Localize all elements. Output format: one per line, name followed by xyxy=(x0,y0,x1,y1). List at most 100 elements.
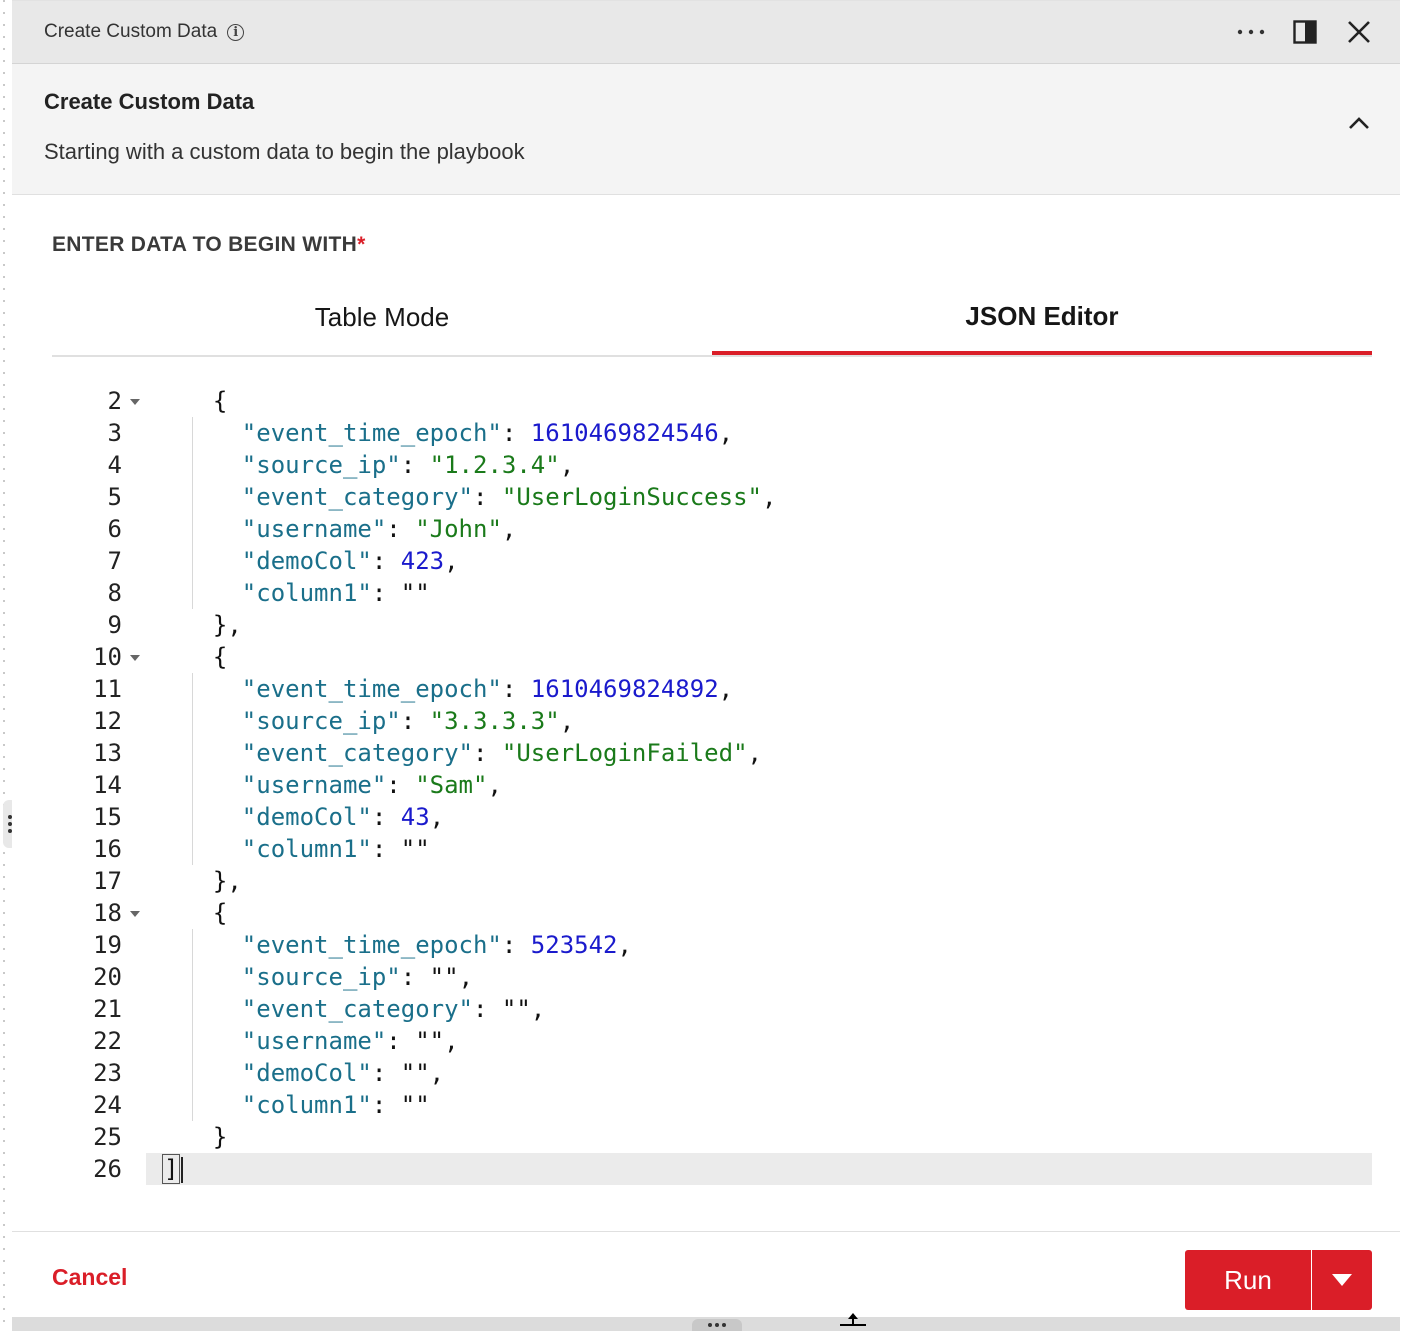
json-key: "event_category" xyxy=(241,995,473,1023)
window-title-text: Create Custom Data xyxy=(44,21,218,42)
indent-guide xyxy=(192,417,193,609)
line-number: 13 xyxy=(93,739,122,767)
code-text: }, xyxy=(184,611,242,639)
code-text: "column1": "" xyxy=(241,835,430,863)
cancel-button[interactable]: Cancel xyxy=(52,1264,127,1291)
matched-bracket: ] xyxy=(162,1154,181,1184)
chevron-up-icon[interactable] xyxy=(1348,116,1370,135)
fold-toggle-icon[interactable] xyxy=(130,399,140,405)
line-number: 5 xyxy=(107,483,122,511)
json-key: "source_ip" xyxy=(241,963,401,991)
editor-line: 5 "event_category": "UserLoginSuccess", xyxy=(52,481,1372,513)
json-key: "demoCol" xyxy=(241,547,372,575)
json-value: 523542 xyxy=(530,931,618,959)
run-button[interactable]: Run xyxy=(1185,1250,1311,1310)
mode-tabs: Table Mode JSON Editor xyxy=(52,281,1372,357)
editor-line: 26] xyxy=(52,1153,1372,1185)
json-key: "demoCol" xyxy=(241,1059,372,1087)
line-number: 24 xyxy=(93,1091,122,1119)
json-value: "3.3.3.3" xyxy=(429,707,560,735)
code-text: "username": "John", xyxy=(241,515,517,543)
json-value: "" xyxy=(400,579,430,607)
code-text: { xyxy=(184,643,228,671)
line-number: 25 xyxy=(93,1123,122,1151)
header-subtitle: Starting with a custom data to begin the… xyxy=(44,139,525,164)
line-number: 12 xyxy=(93,707,122,735)
editor-line: 13 "event_category": "UserLoginFailed", xyxy=(52,737,1372,769)
line-number: 16 xyxy=(93,835,122,863)
code-text: "event_time_epoch": 523542, xyxy=(241,931,632,959)
json-value: "" xyxy=(429,963,459,991)
more-icon[interactable] xyxy=(1236,17,1266,47)
code-text: "event_time_epoch": 1610469824546, xyxy=(241,419,734,447)
editor-line: 16 "column1": "" xyxy=(52,833,1372,865)
editor-line: 22 "username": "", xyxy=(52,1025,1372,1057)
editor-line: 17 }, xyxy=(52,865,1372,897)
json-value: "John" xyxy=(415,515,502,543)
json-key: "event_time_epoch" xyxy=(241,675,502,703)
json-value: "UserLoginFailed" xyxy=(501,739,748,767)
editor-line: 11 "event_time_epoch": 1610469824892, xyxy=(52,673,1372,705)
json-value: 1610469824892 xyxy=(530,675,719,703)
json-key: "column1" xyxy=(241,835,372,863)
line-number: 4 xyxy=(107,451,122,479)
json-key: "event_time_epoch" xyxy=(241,931,502,959)
code-text: { xyxy=(184,387,228,415)
run-options-button[interactable] xyxy=(1311,1250,1372,1310)
close-icon[interactable] xyxy=(1344,17,1374,47)
indent-guide xyxy=(192,929,193,1121)
tab-table-mode[interactable]: Table Mode xyxy=(52,281,712,353)
code-text: "source_ip": "3.3.3.3", xyxy=(241,707,575,735)
json-value: "" xyxy=(415,1027,445,1055)
line-number: 26 xyxy=(93,1155,122,1183)
code-text: "event_time_epoch": 1610469824892, xyxy=(241,675,734,703)
line-number: 7 xyxy=(107,547,122,575)
section-label-text: ENTER DATA TO BEGIN WITH xyxy=(52,233,358,256)
editor-line: 21 "event_category": "", xyxy=(52,993,1372,1025)
fold-toggle-icon[interactable] xyxy=(130,911,140,917)
json-key: "event_category" xyxy=(241,739,473,767)
split-view-icon[interactable] xyxy=(1290,17,1320,47)
line-number: 9 xyxy=(107,611,122,639)
line-number: 15 xyxy=(93,803,122,831)
editor-line: 10 { xyxy=(52,641,1372,673)
tab-json-editor[interactable]: JSON Editor xyxy=(712,281,1372,355)
code-text: { xyxy=(184,899,228,927)
editor-line: 7 "demoCol": 423, xyxy=(52,545,1372,577)
line-number: 19 xyxy=(93,931,122,959)
editor-line: 9 }, xyxy=(52,609,1372,641)
panel-titlebar: Create Custom Data i xyxy=(12,1,1400,64)
panel-header: Create Custom Data Starting with a custo… xyxy=(12,64,1400,195)
bottom-resize-handle[interactable] xyxy=(692,1319,742,1331)
custom-data-panel: Create Custom Data i Create Custom Data … xyxy=(12,0,1400,1332)
code-text: "username": "Sam", xyxy=(241,771,502,799)
section-label: ENTER DATA TO BEGIN WITH* xyxy=(52,233,366,257)
fold-toggle-icon[interactable] xyxy=(130,655,140,661)
code-text: "column1": "" xyxy=(241,579,430,607)
code-text: "source_ip": "", xyxy=(241,963,474,991)
caret-down-icon xyxy=(1332,1274,1352,1286)
info-icon[interactable]: i xyxy=(227,23,245,41)
editor-line: 23 "demoCol": "", xyxy=(52,1057,1372,1089)
code-text: ] xyxy=(162,1153,184,1185)
json-key: "username" xyxy=(241,515,387,543)
line-number: 18 xyxy=(93,899,122,927)
editor-line: 2 { xyxy=(52,385,1372,417)
line-number: 14 xyxy=(93,771,122,799)
code-text: "demoCol": 43, xyxy=(241,803,445,831)
json-value: "Sam" xyxy=(415,771,488,799)
editor-line: 14 "username": "Sam", xyxy=(52,769,1372,801)
editor-line: 20 "source_ip": "", xyxy=(52,961,1372,993)
move-cursor-icon xyxy=(838,1312,868,1331)
editor-line: 4 "source_ip": "1.2.3.4", xyxy=(52,449,1372,481)
code-text: "source_ip": "1.2.3.4", xyxy=(241,451,575,479)
line-number: 3 xyxy=(107,419,122,447)
json-editor[interactable]: 2 {3 "event_time_epoch": 1610469824546, 4… xyxy=(52,385,1372,1193)
text-cursor xyxy=(181,1157,184,1183)
run-button-group: Run xyxy=(1185,1250,1372,1310)
json-key: "demoCol" xyxy=(241,803,372,831)
code-text: } xyxy=(184,1123,228,1151)
editor-line: 19 "event_time_epoch": 523542, xyxy=(52,929,1372,961)
json-key: "source_ip" xyxy=(241,451,401,479)
json-value: "" xyxy=(400,1059,430,1087)
